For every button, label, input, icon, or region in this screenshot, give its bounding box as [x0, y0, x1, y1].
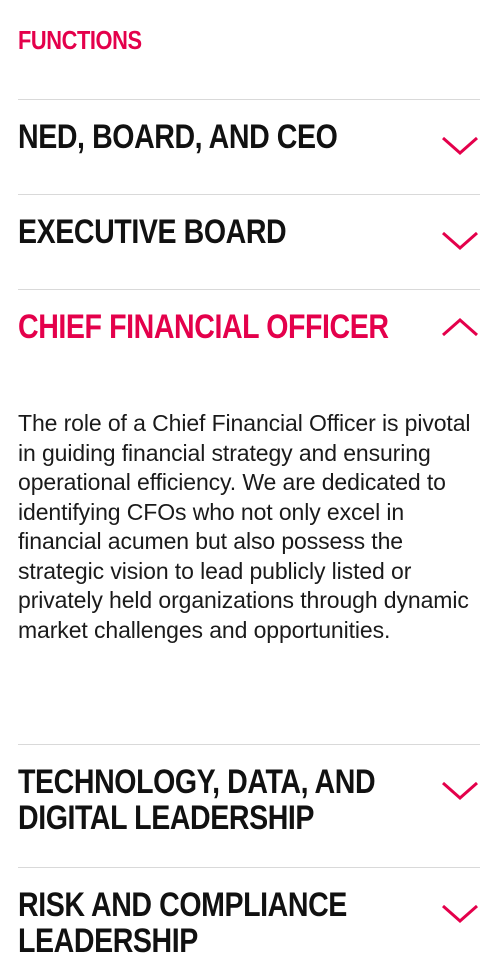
- accordion-header-risk-compliance[interactable]: RISK AND COMPLIANCE LEADERSHIP: [18, 868, 480, 959]
- accordion-title: CHIEF FINANCIAL OFFICER: [18, 308, 389, 346]
- accordion-panel-chief-financial-officer: The role of a Chief Financial Officer is…: [18, 345, 478, 645]
- accordion-item-risk-compliance: RISK AND COMPLIANCE LEADERSHIP: [18, 867, 480, 968]
- functions-accordion: NED, BOARD, AND CEO EXECUTIVE BOARD CHIE…: [18, 99, 480, 968]
- accordion-item-chief-financial-officer: CHIEF FINANCIAL OFFICER The role of a Ch…: [18, 289, 480, 744]
- section-title: FUNCTIONS: [18, 25, 142, 55]
- accordion-header-ned-board-ceo[interactable]: NED, BOARD, AND CEO: [18, 100, 480, 157]
- accordion-title: TECHNOLOGY, DATA, AND DIGITAL LEADERSHIP: [18, 763, 376, 837]
- accordion-item-technology-data-digital: TECHNOLOGY, DATA, AND DIGITAL LEADERSHIP: [18, 744, 480, 867]
- accordion-header-chief-financial-officer[interactable]: CHIEF FINANCIAL OFFICER: [18, 290, 480, 345]
- accordion-title: RISK AND COMPLIANCE LEADERSHIP: [18, 886, 347, 960]
- accordion-title: NED, BOARD, AND CEO: [18, 118, 338, 156]
- page: FUNCTIONS NED, BOARD, AND CEO EXECUTIVE …: [0, 0, 500, 964]
- chevron-down-icon[interactable]: [440, 778, 480, 802]
- accordion-item-executive-board: EXECUTIVE BOARD: [18, 194, 480, 289]
- chevron-down-icon[interactable]: [440, 133, 480, 157]
- accordion-header-technology-data-digital[interactable]: TECHNOLOGY, DATA, AND DIGITAL LEADERSHIP: [18, 745, 480, 836]
- chevron-down-icon[interactable]: [440, 228, 480, 252]
- chevron-down-icon[interactable]: [440, 901, 480, 925]
- accordion-body-text: The role of a Chief Financial Officer is…: [18, 410, 471, 643]
- accordion-title: EXECUTIVE BOARD: [18, 213, 287, 251]
- accordion-item-ned-board-ceo: NED, BOARD, AND CEO: [18, 99, 480, 194]
- accordion-header-executive-board[interactable]: EXECUTIVE BOARD: [18, 195, 480, 252]
- chevron-up-icon[interactable]: [440, 315, 480, 339]
